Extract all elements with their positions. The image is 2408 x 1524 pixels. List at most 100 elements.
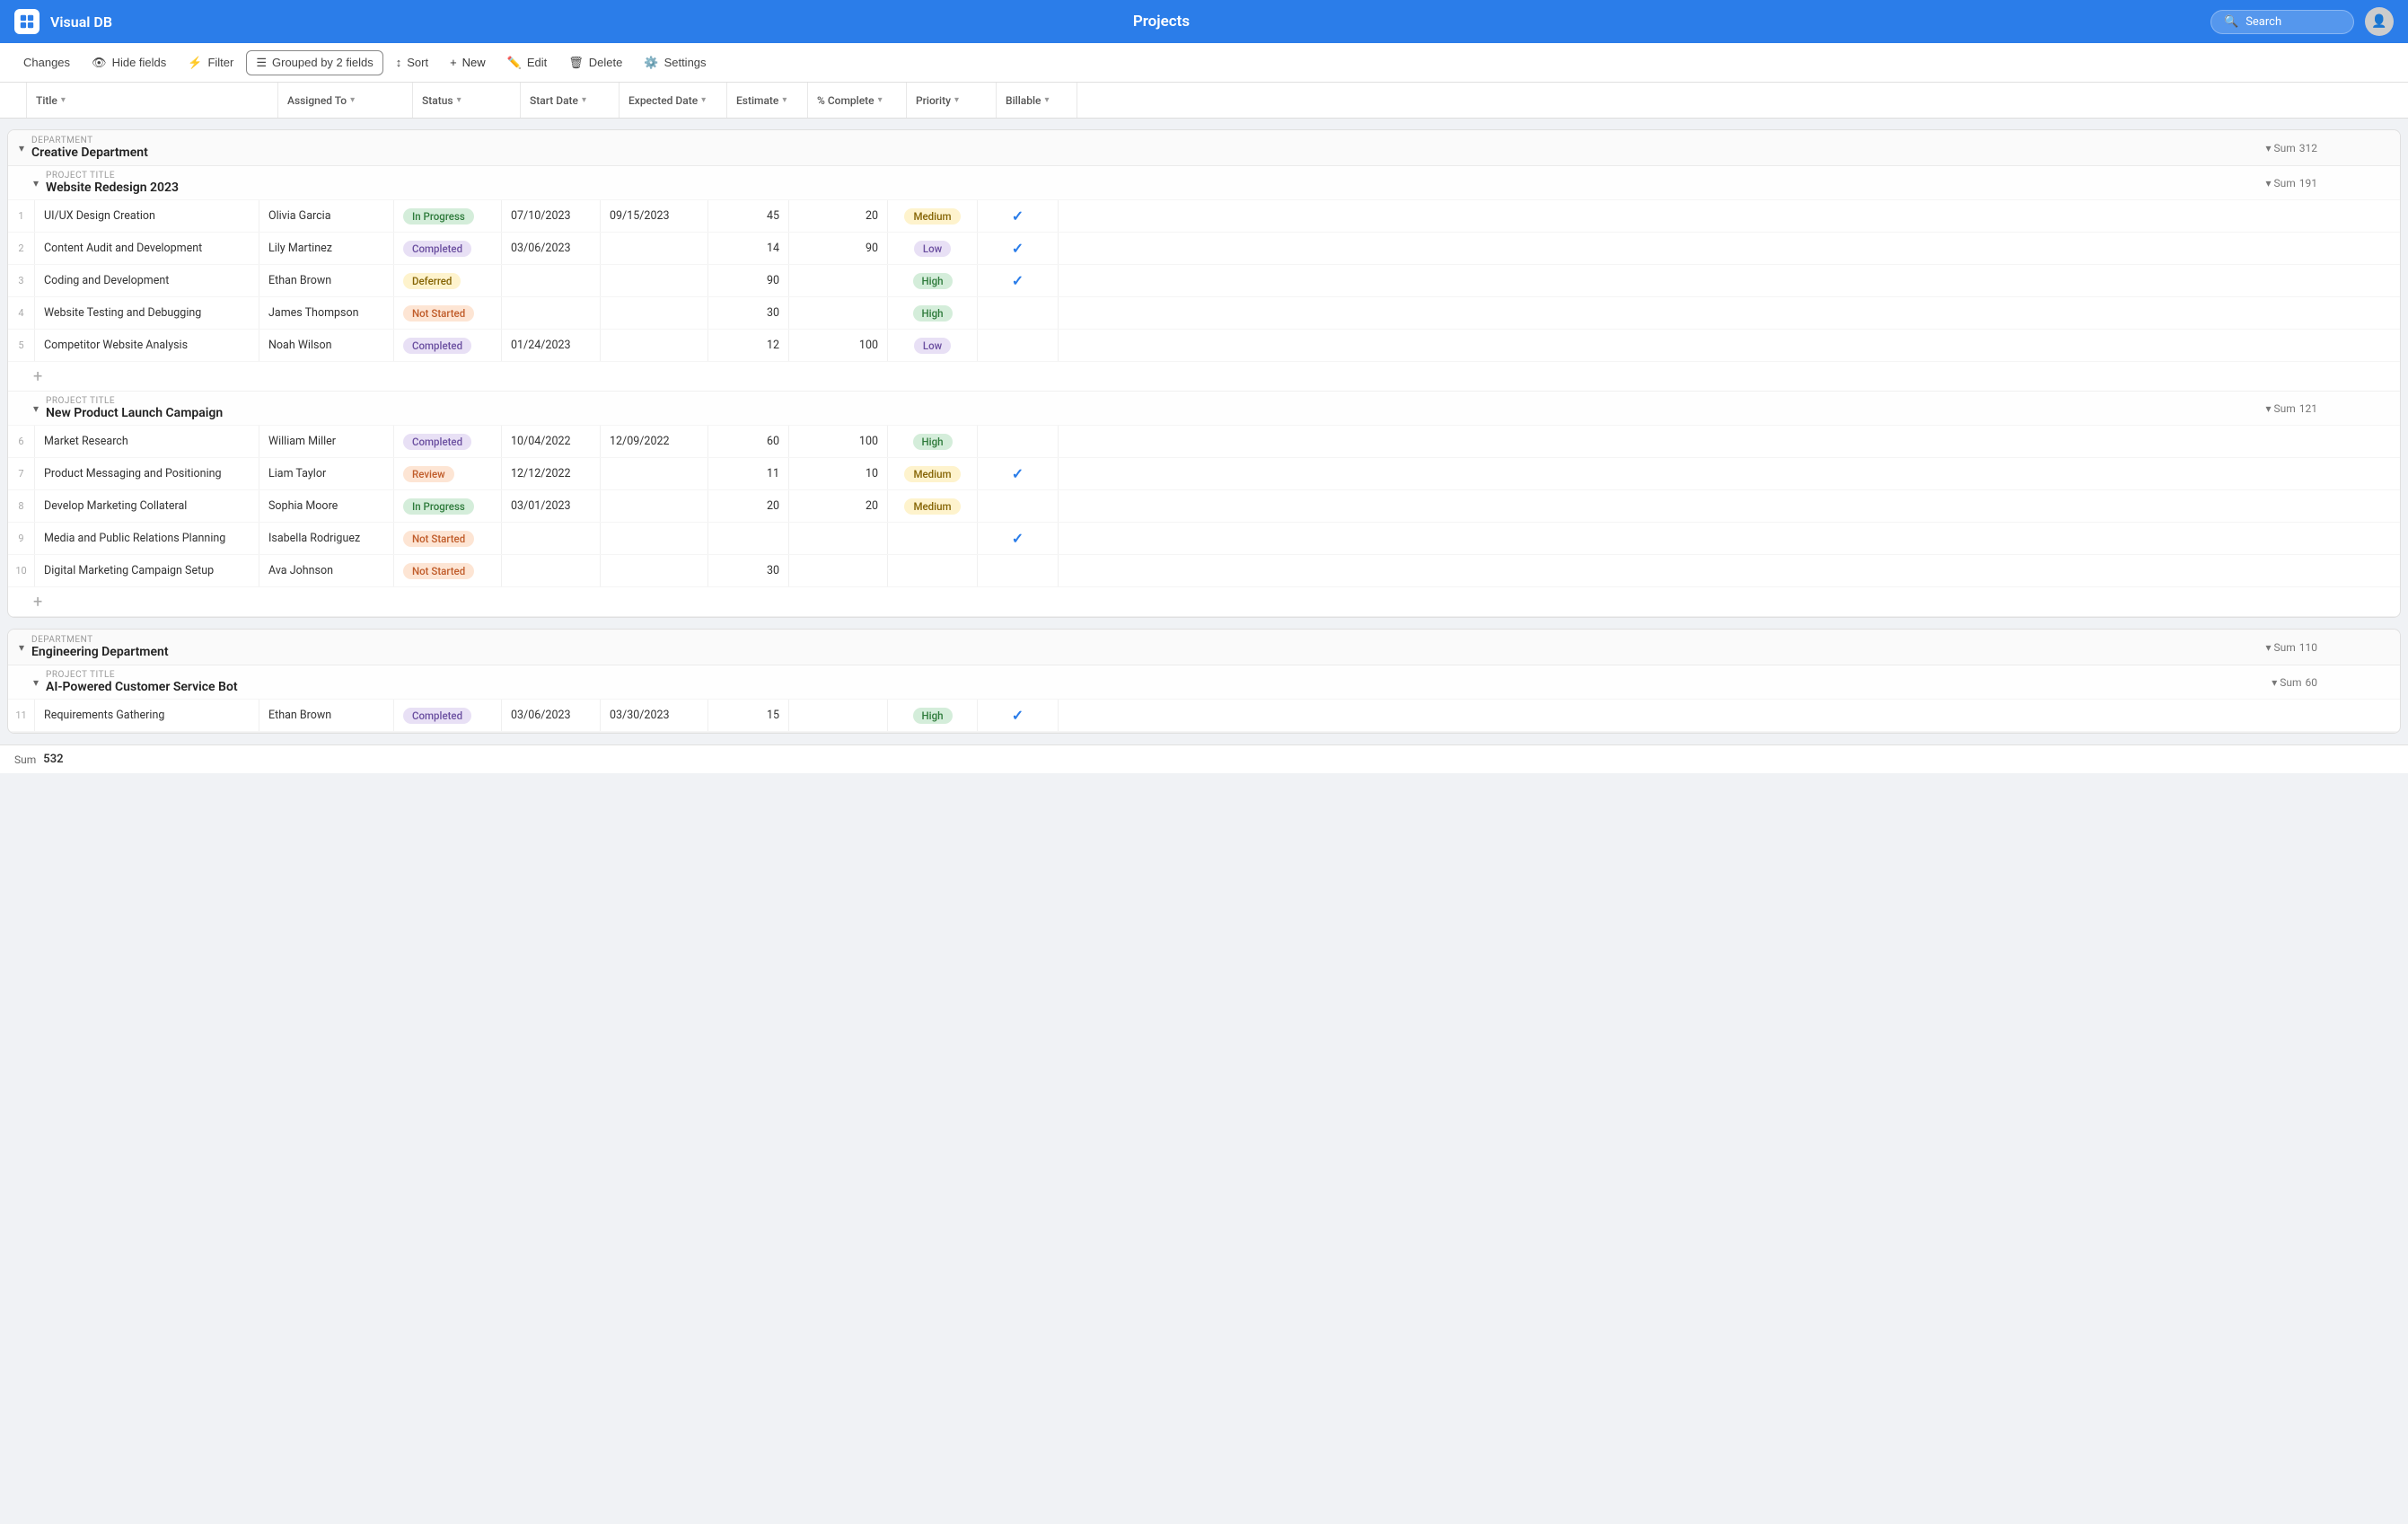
- sort-button[interactable]: ↕ Sort: [387, 51, 437, 74]
- cell-title[interactable]: Content Audit and Development: [35, 233, 259, 264]
- cell-estimate: 90: [708, 265, 789, 296]
- edit-button[interactable]: ✏️ Edit: [498, 51, 557, 75]
- group-icon: ☰: [256, 56, 267, 70]
- status-badge: Not Started: [403, 305, 474, 322]
- cell-billable: [978, 490, 1059, 522]
- cell-title[interactable]: Develop Marketing Collateral: [35, 490, 259, 522]
- cell-expected: [601, 265, 708, 296]
- priority-badge: Low: [914, 338, 951, 354]
- subgroup-sum-website: 191: [2299, 177, 2317, 189]
- col-header-billable[interactable]: Billable ▾: [997, 83, 1077, 118]
- cell-expected: [601, 233, 708, 264]
- sum-icon: ▾ Sum: [2266, 402, 2296, 415]
- collapse-icon[interactable]: ▾: [19, 142, 24, 154]
- col-header-start[interactable]: Start Date ▾: [521, 83, 620, 118]
- chevron-down-icon: ▾: [954, 95, 959, 105]
- settings-button[interactable]: ⚙️ Settings: [635, 51, 715, 75]
- cell-status: Completed: [394, 330, 502, 361]
- cell-start: 03/01/2023: [502, 490, 601, 522]
- cell-complete: 20: [789, 200, 888, 232]
- col-header-rownum: [0, 83, 27, 118]
- cell-title[interactable]: Digital Marketing Campaign Setup: [35, 555, 259, 586]
- cell-status: Not Started: [394, 555, 502, 586]
- new-button[interactable]: + New: [441, 51, 495, 74]
- cell-title[interactable]: Competitor Website Analysis: [35, 330, 259, 361]
- grouped-by-button[interactable]: ☰ Grouped by 2 fields: [246, 50, 382, 75]
- cell-priority: High: [888, 297, 978, 329]
- col-header-assigned[interactable]: Assigned To ▾: [278, 83, 413, 118]
- changes-button[interactable]: Changes: [14, 51, 79, 74]
- delete-button[interactable]: 🗑 Delete: [559, 51, 631, 75]
- cell-status: In Progress: [394, 490, 502, 522]
- cell-title[interactable]: Market Research: [35, 426, 259, 457]
- sort-icon: ↕: [396, 56, 402, 69]
- table-row: 1 UI/UX Design Creation Olivia Garcia In…: [8, 200, 2400, 233]
- filter-button[interactable]: ⚡ Filter: [179, 51, 242, 75]
- row-num: 6: [8, 426, 35, 457]
- cell-title[interactable]: Product Messaging and Positioning: [35, 458, 259, 489]
- cell-title[interactable]: Media and Public Relations Planning: [35, 523, 259, 554]
- search-bar[interactable]: 🔍 Search: [2210, 10, 2354, 34]
- chevron-down-icon: ▾: [61, 95, 66, 105]
- cell-assigned: Ethan Brown: [259, 265, 394, 296]
- cell-priority: Low: [888, 233, 978, 264]
- app-logo[interactable]: [14, 9, 40, 34]
- cell-title[interactable]: UI/UX Design Creation: [35, 200, 259, 232]
- cell-billable: [978, 297, 1059, 329]
- filter-icon: ⚡: [188, 56, 202, 70]
- cell-assigned: William Miller: [259, 426, 394, 457]
- checkmark-icon: ✓: [1012, 207, 1024, 225]
- chevron-down-icon: ▾: [782, 95, 787, 105]
- row-num: 11: [8, 700, 35, 731]
- priority-badge: Medium: [904, 498, 960, 515]
- col-header-priority[interactable]: Priority ▾: [907, 83, 997, 118]
- row-num: 3: [8, 265, 35, 296]
- toolbar: Changes 👁 Hide fields ⚡ Filter ☰ Grouped…: [0, 43, 2408, 83]
- col-header-complete[interactable]: % Complete ▾: [808, 83, 907, 118]
- cell-priority: Medium: [888, 200, 978, 232]
- collapse-icon[interactable]: ▾: [33, 402, 39, 415]
- cell-assigned: James Thompson: [259, 297, 394, 329]
- cell-estimate: 20: [708, 490, 789, 522]
- col-header-estimate[interactable]: Estimate ▾: [727, 83, 808, 118]
- cell-start: [502, 265, 601, 296]
- cell-start: 07/10/2023: [502, 200, 601, 232]
- subgroup-sum-ai: 60: [2306, 676, 2318, 689]
- group-header-engineering: ▾ DEPARTMENT Engineering Department ▾ Su…: [8, 630, 2400, 665]
- table-row: 2 Content Audit and Development Lily Mar…: [8, 233, 2400, 265]
- group-sum-creative: 312: [2299, 142, 2317, 154]
- col-header-expected[interactable]: Expected Date ▾: [620, 83, 727, 118]
- col-header-title[interactable]: Title ▾: [27, 83, 278, 118]
- table-row: 8 Develop Marketing Collateral Sophia Mo…: [8, 490, 2400, 523]
- cell-start: 12/12/2022: [502, 458, 601, 489]
- table-row: 7 Product Messaging and Positioning Liam…: [8, 458, 2400, 490]
- cell-title[interactable]: Coding and Development: [35, 265, 259, 296]
- status-badge: Completed: [403, 708, 471, 724]
- collapse-icon[interactable]: ▾: [33, 177, 39, 189]
- collapse-icon[interactable]: ▾: [19, 641, 24, 654]
- table-row: 11 Requirements Gathering Ethan Brown Co…: [8, 700, 2400, 732]
- table-container: Title ▾ Assigned To ▾ Status ▾ Start Dat…: [0, 83, 2408, 1524]
- chevron-down-icon: ▾: [701, 95, 706, 105]
- status-badge: Deferred: [403, 273, 461, 289]
- add-row-button[interactable]: +: [8, 362, 2400, 391]
- cell-estimate: 12: [708, 330, 789, 361]
- cell-billable: [978, 555, 1059, 586]
- cell-status: Deferred: [394, 265, 502, 296]
- avatar[interactable]: 👤: [2365, 7, 2394, 36]
- edit-icon: ✏️: [507, 56, 522, 70]
- status-badge: Completed: [403, 241, 471, 257]
- cell-status: Not Started: [394, 297, 502, 329]
- priority-badge: Low: [914, 241, 951, 257]
- priority-badge: High: [913, 434, 953, 450]
- collapse-icon[interactable]: ▾: [33, 676, 39, 689]
- cell-status: Not Started: [394, 523, 502, 554]
- hide-fields-button[interactable]: 👁 Hide fields: [83, 51, 175, 75]
- cell-title[interactable]: Website Testing and Debugging: [35, 297, 259, 329]
- add-row-button[interactable]: +: [8, 587, 2400, 616]
- cell-start: [502, 555, 601, 586]
- cell-title[interactable]: Requirements Gathering: [35, 700, 259, 731]
- cell-complete: [789, 265, 888, 296]
- checkmark-icon: ✓: [1012, 272, 1024, 289]
- col-header-status[interactable]: Status ▾: [413, 83, 521, 118]
